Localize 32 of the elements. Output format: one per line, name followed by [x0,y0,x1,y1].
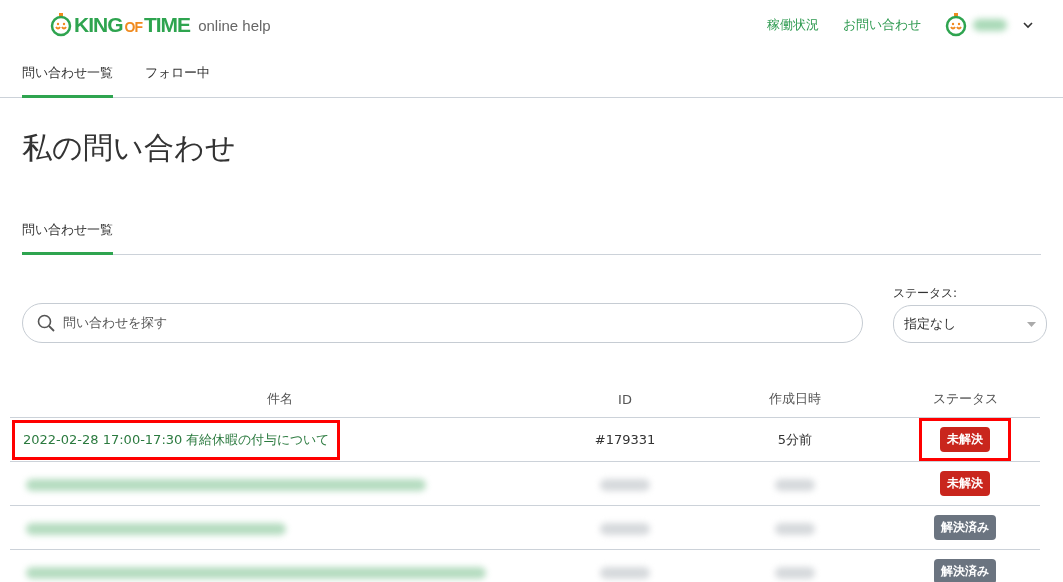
clock-face-icon [945,13,967,37]
nav-tab[interactable]: フォロー中 [145,50,210,98]
status-badge: 未解決 [940,427,990,452]
column-header: ステータス [890,381,1040,418]
search-icon [37,314,55,332]
table-cell: #179331 [550,417,700,462]
sub-tab[interactable]: 問い合わせ一覧 [22,207,113,255]
blurred-text [600,478,650,491]
status-badge: 未解決 [940,471,990,496]
status-label: ステータス: [893,285,959,302]
blurred-text [775,478,815,491]
blurred-text [600,566,650,579]
page-title: 私の問い合わせ [22,129,237,167]
nav-tab[interactable]: 問い合わせ一覧 [22,50,113,98]
blurred-text [600,522,650,535]
subject-link[interactable]: 2022-02-28 17:00-17:30 有給休暇の付与について [15,422,338,457]
clock-face-icon [50,13,72,37]
status-badge: 解決済み [934,515,996,540]
blurred-username [973,19,1007,31]
column-header: ID [550,381,700,418]
blurred-text [775,522,815,535]
blurred-text [775,566,815,579]
product-name: online help [198,16,271,34]
column-header: 作成日時 [700,381,890,418]
nav-link[interactable]: お問い合わせ [843,16,921,34]
status-badge: 解決済み [934,559,996,582]
nav-link[interactable]: 稼働状況 [767,16,819,34]
table-cell: 5分前 [700,417,890,462]
status-dropdown[interactable]: 指定なし [893,305,1047,343]
column-header: 件名 [10,381,550,418]
chevron-down-icon[interactable] [1023,21,1033,29]
dropdown-arrow-icon [1027,321,1036,327]
